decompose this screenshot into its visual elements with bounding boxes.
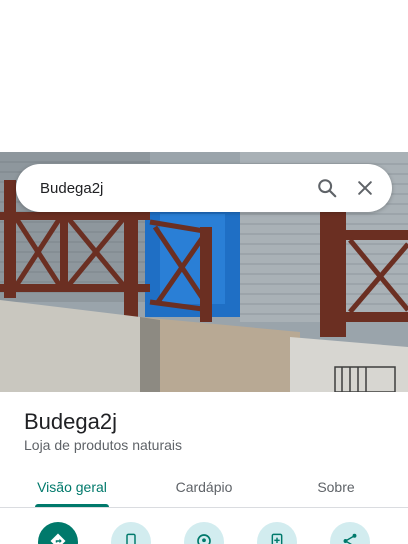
save-button[interactable] bbox=[257, 522, 297, 544]
clear-search-button[interactable] bbox=[351, 174, 379, 202]
share-icon bbox=[343, 533, 357, 544]
place-tabs: Visão geral Cardápio Sobre bbox=[0, 466, 408, 508]
save-icon bbox=[271, 533, 283, 544]
place-info: Budega2j Loja de produtos naturais bbox=[24, 408, 394, 453]
search-query-text[interactable]: Budega2j bbox=[40, 180, 313, 197]
active-tab-indicator bbox=[35, 504, 109, 507]
close-icon bbox=[358, 181, 372, 195]
phone-icon bbox=[126, 533, 136, 544]
place-category: Loja de produtos naturais bbox=[24, 437, 182, 453]
action-buttons-row bbox=[0, 522, 408, 544]
tab-visao-geral[interactable]: Visão geral bbox=[20, 466, 124, 508]
location-icon bbox=[197, 534, 211, 544]
nearby-button[interactable] bbox=[184, 522, 224, 544]
search-bar[interactable]: Budega2j bbox=[16, 164, 392, 212]
place-name: Budega2j bbox=[24, 409, 117, 434]
search-icon bbox=[318, 179, 337, 198]
tab-cardapio[interactable]: Cardápio bbox=[152, 466, 256, 508]
directions-icon bbox=[50, 533, 66, 544]
map-area-blank bbox=[0, 0, 408, 152]
search-button[interactable] bbox=[313, 174, 341, 202]
directions-button[interactable] bbox=[38, 522, 78, 544]
tab-sobre[interactable]: Sobre bbox=[284, 466, 388, 508]
share-button[interactable] bbox=[330, 522, 370, 544]
call-button[interactable] bbox=[111, 522, 151, 544]
